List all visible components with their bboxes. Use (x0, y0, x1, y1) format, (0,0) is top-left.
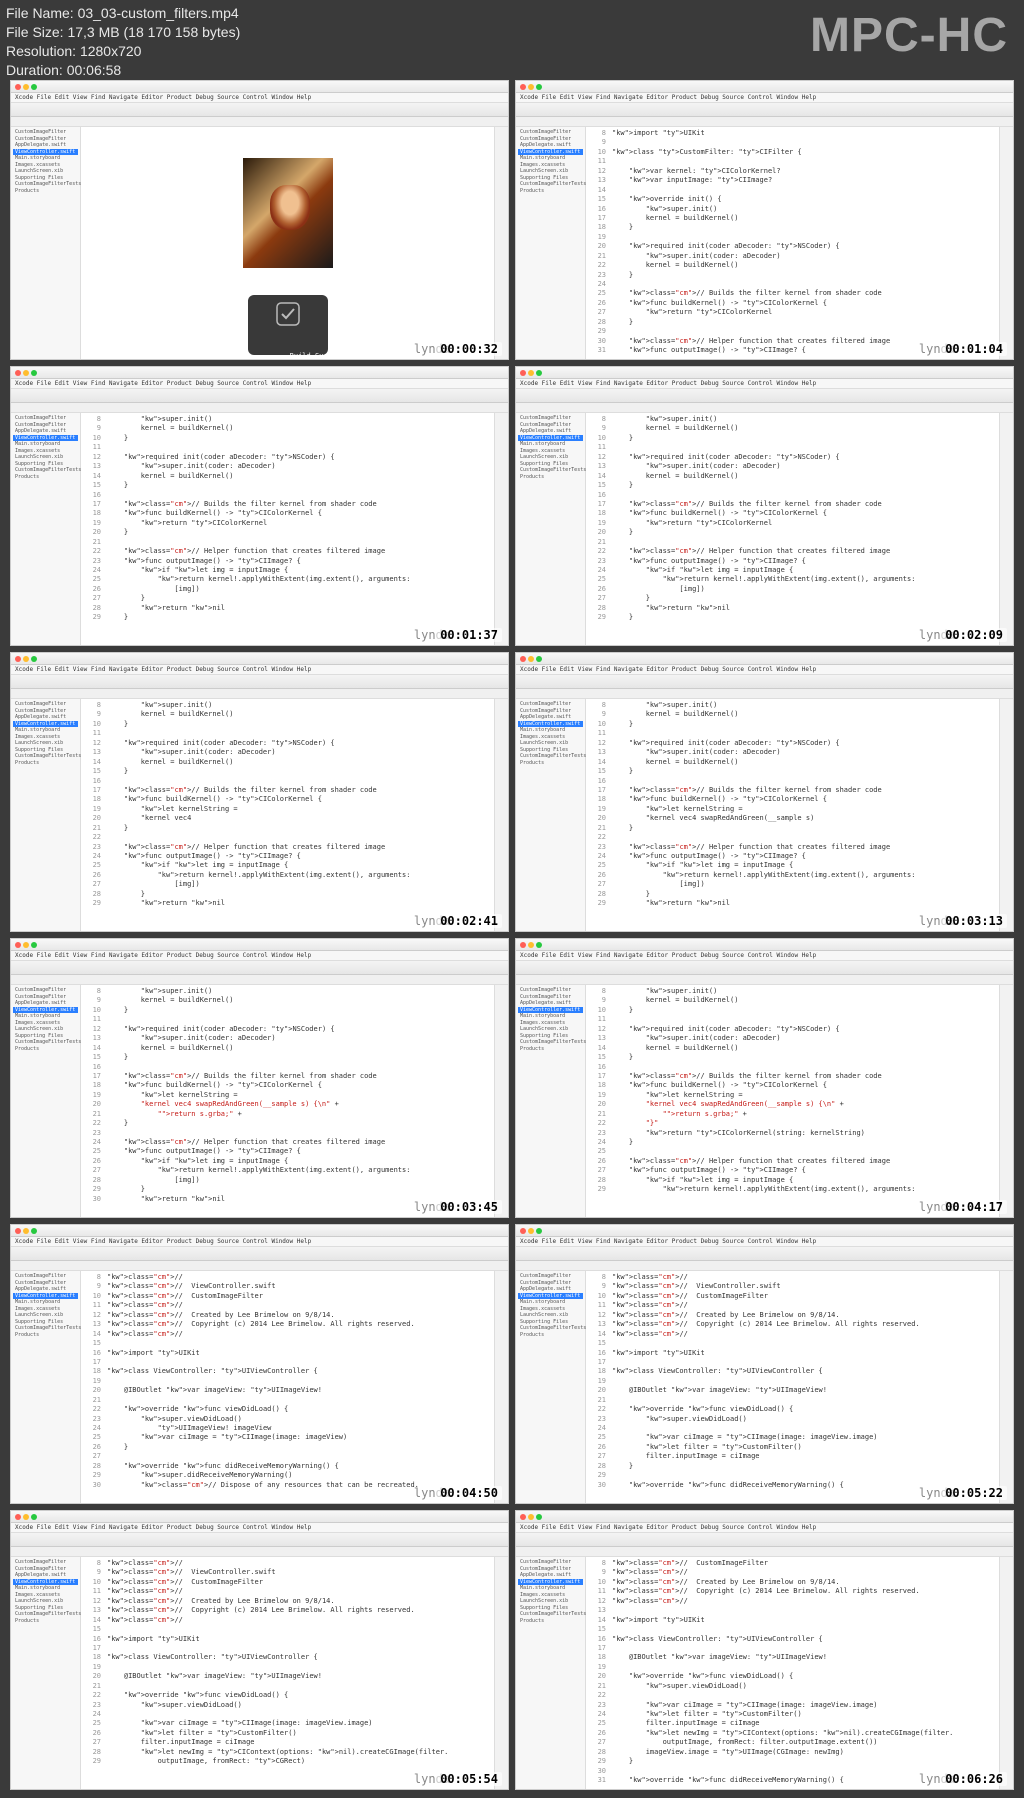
resolution-label: Resolution: (6, 43, 80, 59)
code-editor[interactable]: 8 "kw">super.init() 9 kernel = buildKern… (586, 699, 999, 931)
code-editor[interactable]: 8 "kw">super.init() 9 kernel = buildKern… (81, 699, 494, 931)
duration-label: Duration: (6, 62, 67, 78)
thumbnail-12[interactable]: Xcode File Edit View Find Navigate Edito… (515, 1510, 1014, 1790)
thumbnail-2[interactable]: Xcode File Edit View Find Navigate Edito… (515, 80, 1014, 360)
code-editor[interactable]: 8 "kw">super.init() 9 kernel = buildKern… (586, 985, 999, 1217)
editor-area: Build Succeeded (81, 127, 494, 359)
code-editor[interactable]: 8 "kw">super.init() 9 kernel = buildKern… (81, 413, 494, 645)
window-titlebar (11, 81, 508, 93)
thumbnail-grid: Xcode File Edit View Find Navigate Edito… (10, 80, 1014, 1790)
file-info-overlay: File Name: 03_03-custom_filters.mp4 File… (6, 4, 240, 80)
code-editor[interactable]: 8"kw">class="cm">// 9"kw">class="cm">// … (81, 1557, 494, 1789)
thumbnail-10[interactable]: Xcode File Edit View Find Navigate Edito… (515, 1224, 1014, 1504)
code-editor[interactable]: 8"kw">class="cm">// CustomImageFilter 9"… (586, 1557, 999, 1789)
navigator-sidebar: CustomImageFilter CustomImageFilter AppD… (11, 127, 81, 359)
filesize-value: 17,3 MB (18 170 158 bytes) (67, 24, 240, 40)
code-editor[interactable]: 8"kw">import "ty">UIKit 9 10"kw">class "… (586, 127, 999, 359)
thumbnail-1[interactable]: Xcode File Edit View Find Navigate Edito… (10, 80, 509, 360)
filename-label: File Name: (6, 5, 78, 21)
thumbnail-11[interactable]: Xcode File Edit View Find Navigate Edito… (10, 1510, 509, 1790)
thumbnail-9[interactable]: Xcode File Edit View Find Navigate Edito… (10, 1224, 509, 1504)
code-editor[interactable]: 8 "kw">super.init() 9 kernel = buildKern… (586, 413, 999, 645)
jump-bar (11, 117, 508, 127)
duration-value: 00:06:58 (67, 62, 122, 78)
code-editor[interactable]: 8 "kw">super.init() 9 kernel = buildKern… (81, 985, 494, 1217)
thumbnail-6[interactable]: Xcode File Edit View Find Navigate Edito… (515, 652, 1014, 932)
resolution-value: 1280x720 (80, 43, 142, 59)
thumbnail-4[interactable]: Xcode File Edit View Find Navigate Edito… (515, 366, 1014, 646)
macos-menubar: Xcode File Edit View Find Navigate Edito… (11, 93, 508, 103)
thumbnail-5[interactable]: Xcode File Edit View Find Navigate Edito… (10, 652, 509, 932)
code-editor[interactable]: 8"kw">class="cm">// 9"kw">class="cm">// … (586, 1271, 999, 1503)
player-watermark: MPC-HC (810, 8, 1008, 63)
thumbnail-7[interactable]: Xcode File Edit View Find Navigate Edito… (10, 938, 509, 1218)
thumbnail-8[interactable]: Xcode File Edit View Find Navigate Edito… (515, 938, 1014, 1218)
preview-image (243, 158, 333, 268)
filesize-label: File Size: (6, 24, 67, 40)
checkmark-icon (275, 301, 301, 327)
filename-value: 03_03-custom_filters.mp4 (78, 5, 239, 21)
xcode-toolbar (11, 103, 508, 117)
timestamp: 00:00:32 (436, 342, 502, 356)
build-succeeded-hud: Build Succeeded (248, 295, 328, 355)
thumbnail-3[interactable]: Xcode File Edit View Find Navigate Edito… (10, 366, 509, 646)
code-editor[interactable]: 8"kw">class="cm">// 9"kw">class="cm">// … (81, 1271, 494, 1503)
